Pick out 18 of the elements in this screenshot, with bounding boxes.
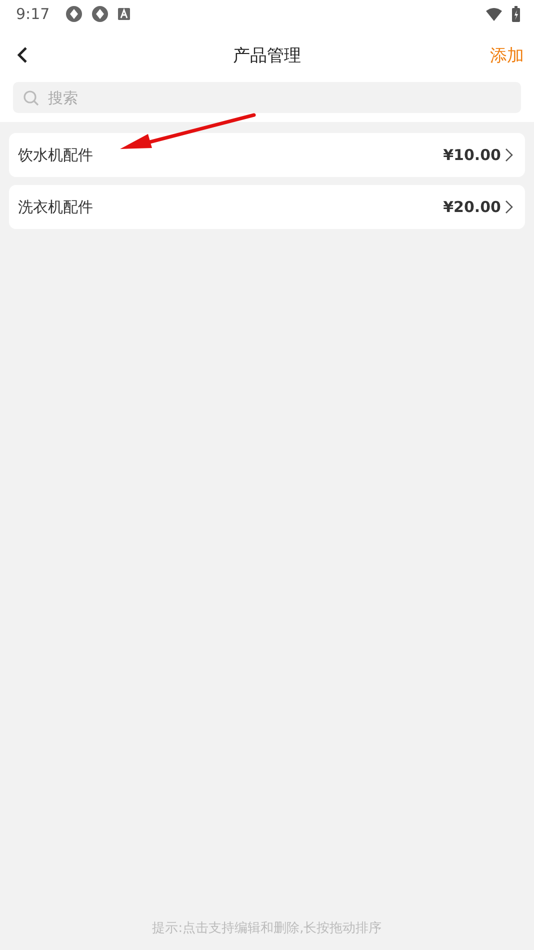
product-row[interactable]: 洗衣机配件 ¥20.00 bbox=[9, 185, 525, 229]
product-row[interactable]: 饮水机配件 ¥10.00 bbox=[9, 133, 525, 177]
font-icon bbox=[118, 8, 130, 20]
product-name: 饮水机配件 bbox=[18, 146, 94, 164]
wifi-icon bbox=[486, 8, 502, 20]
search-icon bbox=[23, 90, 39, 106]
product-name: 洗衣机配件 bbox=[18, 198, 94, 216]
aperture-icon bbox=[66, 6, 82, 22]
search-field[interactable]: 搜索 bbox=[13, 82, 521, 113]
product-price: ¥10.00 bbox=[443, 146, 501, 164]
page-title: 产品管理 bbox=[233, 44, 301, 66]
battery-icon bbox=[512, 6, 520, 22]
aperture-icon bbox=[92, 6, 108, 22]
chevron-icon bbox=[505, 200, 513, 214]
back-icon bbox=[16, 46, 28, 64]
chevron-icon bbox=[505, 148, 513, 162]
product-price: ¥20.00 bbox=[443, 198, 501, 216]
status-time: 9:17 bbox=[16, 5, 50, 23]
